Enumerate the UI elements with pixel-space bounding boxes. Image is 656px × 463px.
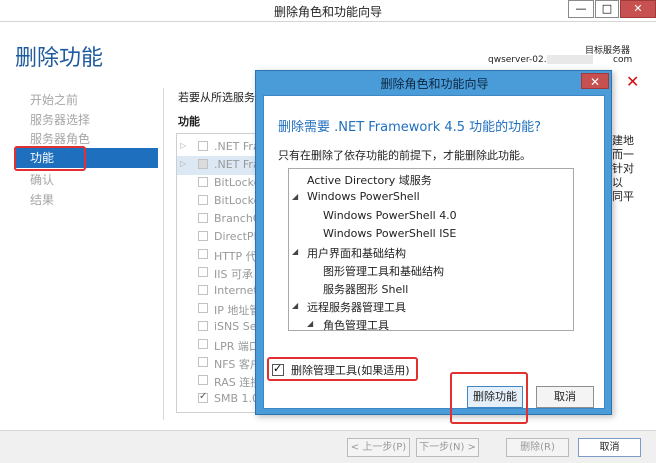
nav-item-results[interactable]: 结果	[30, 190, 54, 210]
description-line: 同平	[612, 190, 634, 203]
target-server-name: qwserver-02.	[488, 55, 593, 65]
include-tools-label[interactable]: 删除管理工具(如果适用)	[291, 362, 410, 378]
feature-item[interactable]: LPR 端口	[177, 336, 265, 355]
feature-label: Internet	[214, 284, 258, 297]
tree-item: Windows PowerShell ISE	[323, 227, 457, 240]
feature-item[interactable]: HTTP 代	[177, 246, 265, 265]
feature-checkbox[interactable]	[198, 231, 208, 241]
feature-checkbox[interactable]	[198, 285, 208, 295]
feature-item[interactable]: NFS 客户	[177, 354, 265, 373]
minimize-button[interactable]: —	[568, 0, 594, 18]
feature-label: iSNS Ser	[214, 320, 262, 333]
feature-label: BranchC	[214, 212, 261, 225]
feature-checkbox[interactable]	[198, 321, 208, 331]
dialog-close-button[interactable]: ✕	[581, 73, 609, 89]
feature-checkbox[interactable]	[198, 213, 208, 223]
instruction-text: 若要从所选服务器	[178, 91, 266, 104]
remove-button[interactable]: 删除(R)	[506, 438, 569, 457]
tree-item: 角色管理工具	[323, 319, 389, 331]
dependent-features-tree[interactable]: Active Directory 域服务 ◢ Windows PowerShel…	[288, 168, 574, 331]
description-panel: 建地 而一 针对 以 同平	[612, 134, 656, 204]
include-tools-checkbox[interactable]	[272, 362, 284, 376]
collapse-triangle-icon[interactable]: ◢	[292, 301, 298, 310]
window-titlebar: 删除角色和功能向导 — □ ✕	[0, 0, 656, 22]
description-line: 以	[612, 176, 623, 189]
feature-item[interactable]: IIS 可承	[177, 264, 265, 283]
feature-label: BitLocke	[214, 194, 261, 207]
feature-item[interactable]: BranchC	[177, 210, 265, 229]
dialog-cancel-button[interactable]: 取消	[536, 386, 594, 408]
tree-item: 远程服务器管理工具	[307, 301, 406, 314]
feature-label: SMB 1.0	[214, 392, 260, 405]
tree-item: 服务器图形 Shell	[323, 283, 409, 296]
feature-checkbox[interactable]	[198, 375, 208, 385]
feature-checkbox[interactable]	[198, 249, 208, 259]
feature-label: .NET Fra	[214, 158, 260, 171]
feature-item[interactable]: IP 地址管	[177, 300, 265, 319]
remove-features-button[interactable]: 删除功能	[467, 386, 523, 408]
collapse-triangle-icon[interactable]: ◢	[292, 192, 298, 201]
tree-item: Windows PowerShell 4.0	[323, 209, 457, 222]
feature-checkbox[interactable]	[198, 339, 208, 349]
description-line: 建地	[612, 134, 634, 147]
feature-item[interactable]: SMB 1.0	[177, 390, 265, 409]
tree-item: Active Directory 域服务	[307, 174, 432, 187]
dialog-description: 只有在删除了依存功能的前提下，才能删除此功能。	[278, 149, 531, 162]
feature-item[interactable]: BitLocke	[177, 174, 265, 193]
nav-item-before-you-begin[interactable]: 开始之前	[30, 90, 78, 110]
maximize-button[interactable]: □	[595, 0, 619, 18]
cancel-button[interactable]: 取消	[578, 438, 641, 457]
redacted-area	[546, 55, 593, 64]
error-close-icon[interactable]: ✕	[626, 72, 639, 91]
dialog-content: 删除需要 .NET Framework 4.5 功能的功能? 只有在删除了依存功…	[263, 95, 605, 424]
description-line: 而一	[612, 148, 634, 161]
feature-checkbox[interactable]	[198, 357, 208, 367]
expand-arrow-icon[interactable]: ▷	[180, 159, 186, 168]
features-tree[interactable]: ▷ .NET Fra ▷ .NET Fra BitLocke BitLocke Br…	[176, 133, 266, 413]
collapse-triangle-icon[interactable]: ◢	[307, 319, 313, 328]
feature-checkbox[interactable]	[198, 159, 208, 169]
page-title: 删除功能	[15, 46, 104, 71]
collapse-triangle-icon[interactable]: ◢	[292, 247, 298, 256]
confirm-dialog: 删除角色和功能向导 ✕ 删除需要 .NET Framework 4.5 功能的功…	[255, 70, 612, 424]
server-name-text: qwserver-02.	[488, 55, 547, 65]
feature-label: LPR 端口	[214, 340, 260, 353]
feature-item[interactable]: DirectPla	[177, 228, 265, 247]
tree-item: 图形管理工具和基础结构	[323, 265, 444, 278]
feature-checkbox[interactable]	[198, 177, 208, 187]
feature-label: IP 地址管	[214, 304, 261, 317]
dialog-title: 删除角色和功能向导	[380, 77, 489, 91]
feature-label: HTTP 代	[214, 250, 257, 263]
feature-item[interactable]: ▷ .NET Fra	[177, 138, 265, 157]
tree-item: Windows PowerShell	[307, 190, 420, 203]
feature-checkbox[interactable]	[198, 267, 208, 277]
window-close-button[interactable]: ✕	[620, 0, 656, 18]
feature-item[interactable]: Internet	[177, 282, 265, 301]
feature-checkbox[interactable]	[198, 195, 208, 205]
next-button[interactable]: 下一步(N) >	[416, 438, 479, 457]
feature-checkbox[interactable]	[198, 303, 208, 313]
feature-checkbox[interactable]	[198, 391, 208, 403]
feature-item[interactable]: RAS 连接	[177, 372, 265, 391]
feature-label: IIS 可承	[214, 268, 253, 281]
nav-highlight-annotation	[14, 146, 86, 171]
expand-arrow-icon[interactable]: ▷	[180, 141, 186, 150]
tree-item: 用户界面和基础结构	[307, 247, 406, 260]
window-title: 删除角色和功能向导	[273, 5, 382, 19]
previous-button[interactable]: < 上一步(P)	[347, 438, 410, 457]
feature-item[interactable]: BitLocke	[177, 192, 265, 211]
nav-item-server-selection[interactable]: 服务器选择	[30, 110, 90, 130]
nav-item-confirmation[interactable]: 确认	[30, 170, 54, 190]
feature-label: BitLocke	[214, 176, 261, 189]
feature-label: NFS 客户	[214, 358, 261, 371]
dialog-heading: 删除需要 .NET Framework 4.5 功能的功能?	[278, 120, 542, 135]
server-name-suffix: com	[613, 55, 633, 65]
nav-divider	[163, 88, 164, 420]
description-line: 针对	[612, 162, 634, 175]
feature-checkbox[interactable]	[198, 141, 208, 151]
features-header: 功能	[178, 115, 200, 128]
feature-item[interactable]: ▷ .NET Fra	[177, 156, 265, 175]
feature-item[interactable]: iSNS Ser	[177, 318, 265, 337]
feature-label: .NET Fra	[214, 140, 260, 153]
